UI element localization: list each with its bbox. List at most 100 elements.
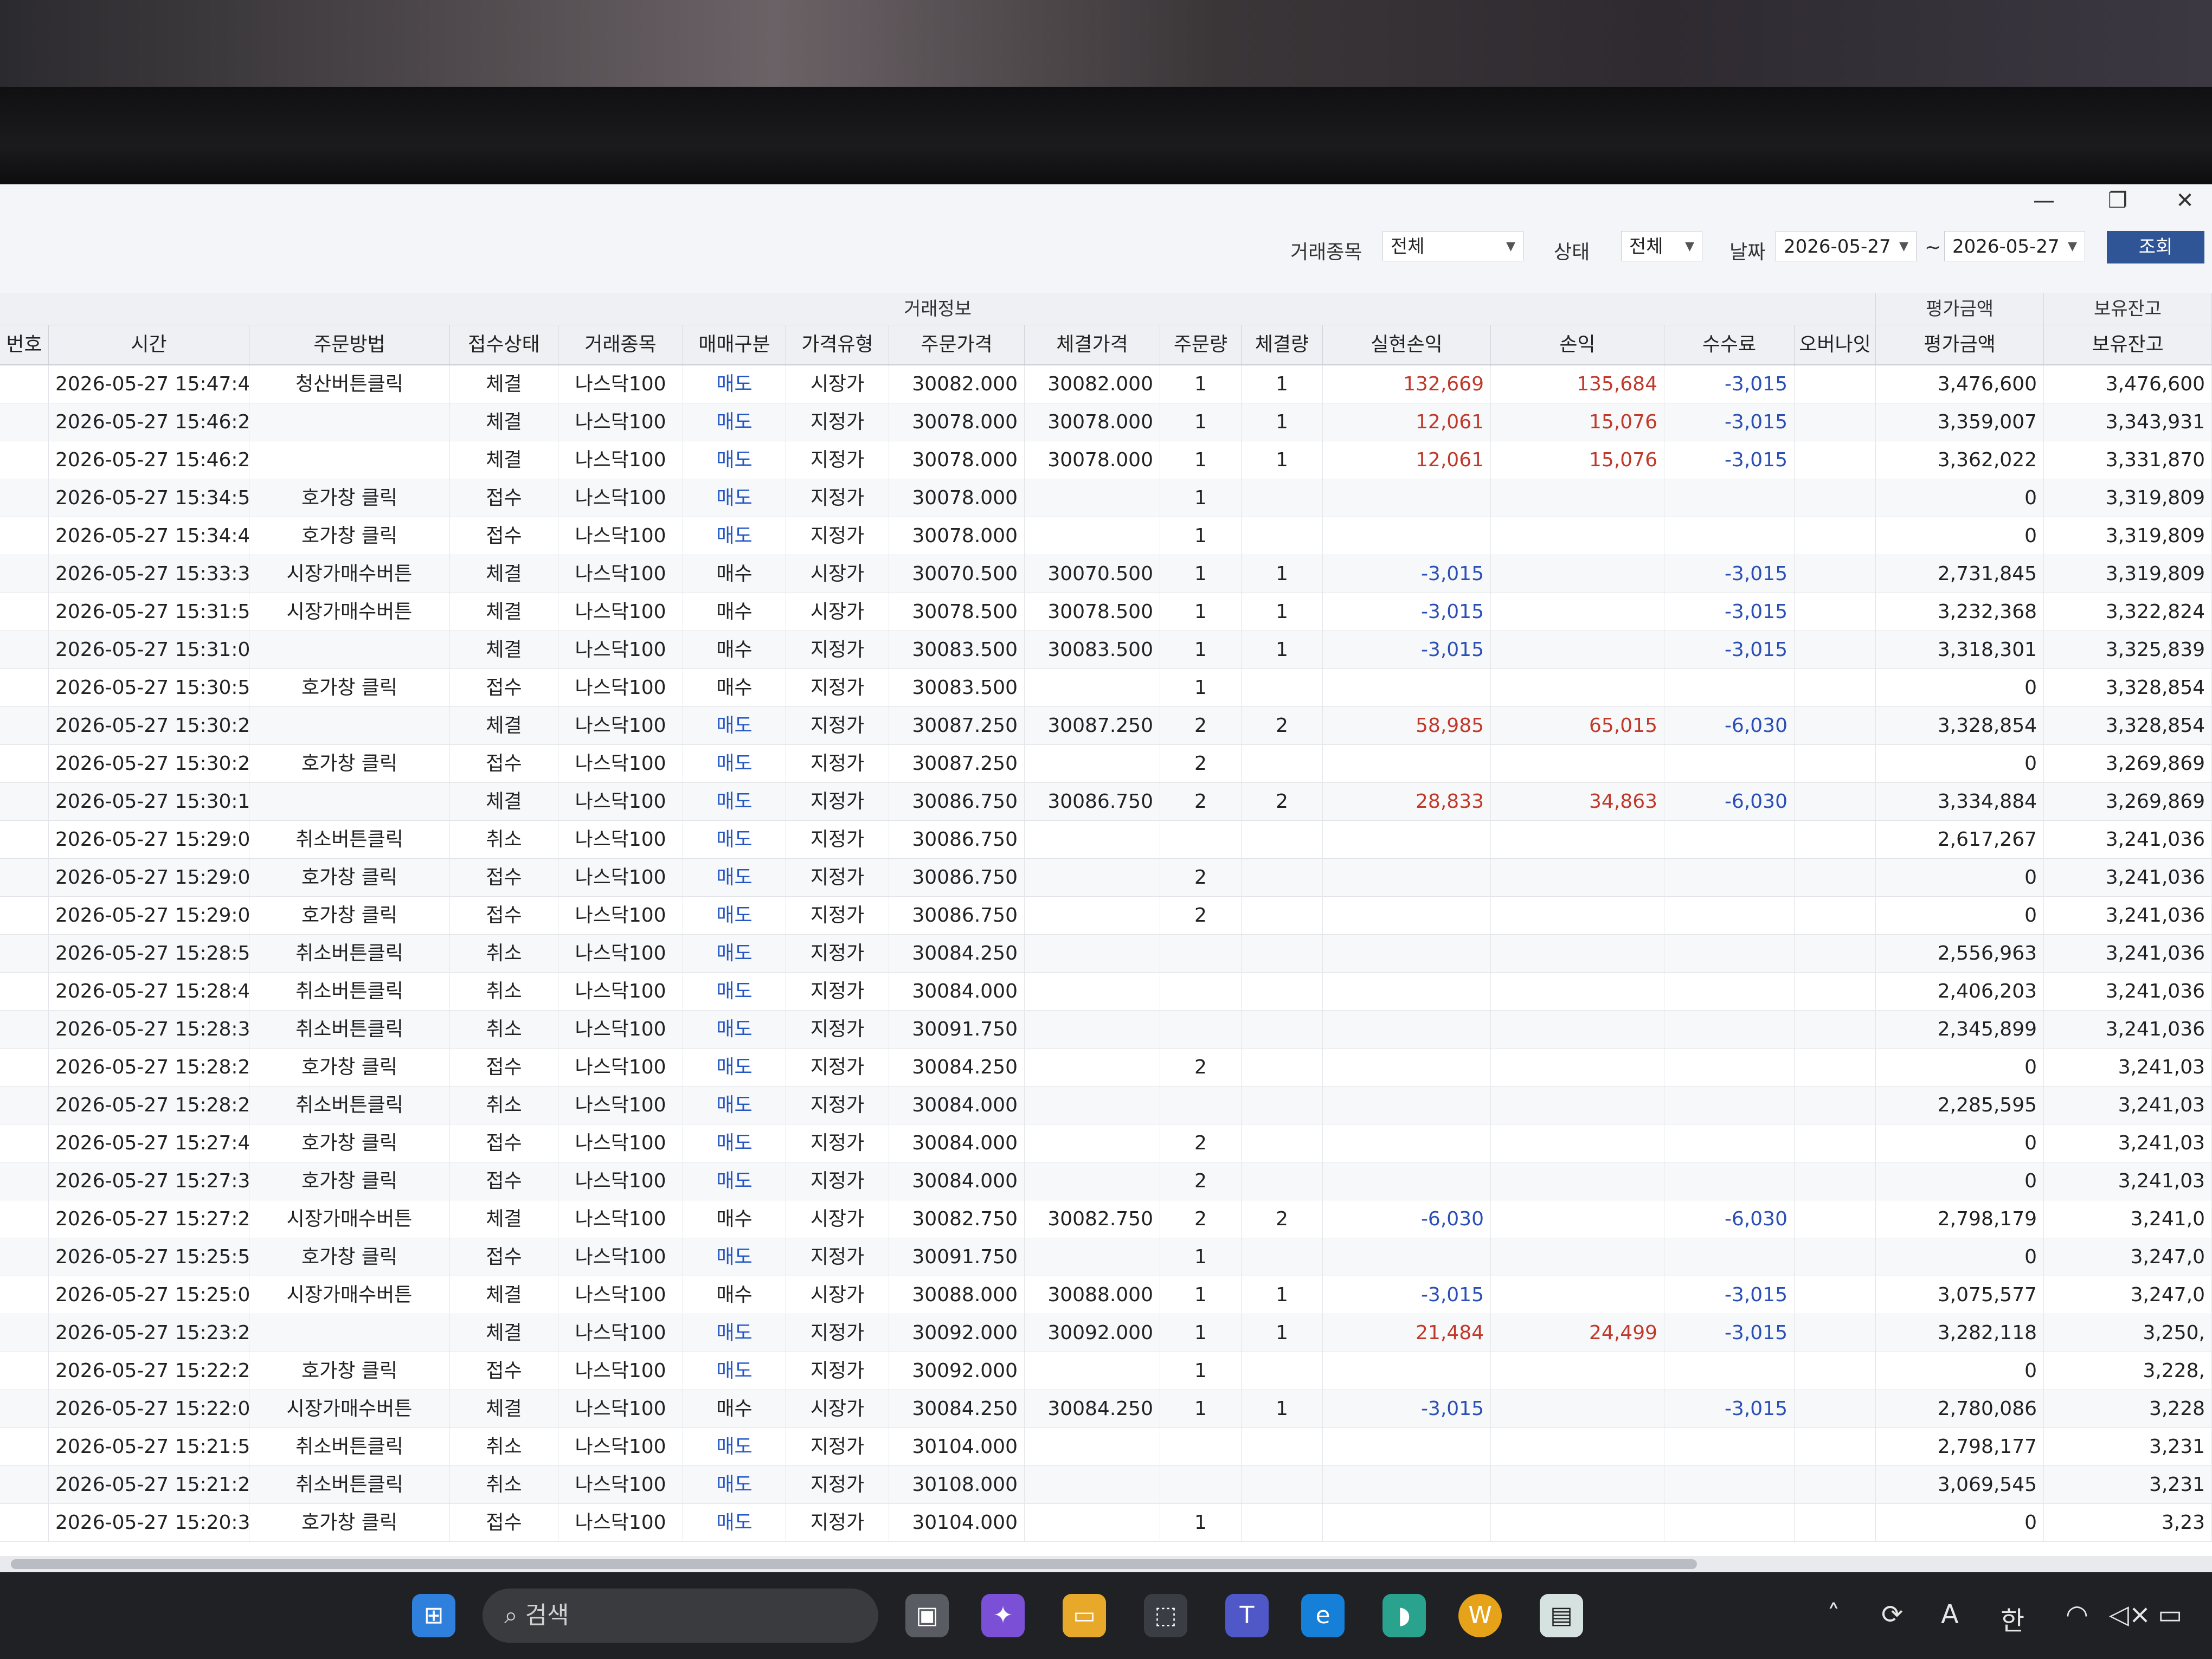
- column-header-order-price[interactable]: 주문가격: [889, 325, 1025, 364]
- column-header-realized-pnl[interactable]: 실현손익: [1323, 325, 1491, 364]
- table-row[interactable]: 2026-05-27 15:46:29 체결 나스닥100 매도 지정가 30078.00…: [0, 403, 2212, 441]
- table-row[interactable]: 2026-05-27 15:25:04 시장가매수버튼 체결 나스닥100 매수 시장가 3…: [0, 1276, 2212, 1314]
- cell-status: 체결: [450, 403, 558, 441]
- column-header-fill-qty[interactable]: 체결량: [1242, 325, 1323, 364]
- table-row[interactable]: 2026-05-27 15:31:51 시장가매수버튼 체결 나스닥100 매수 시장가 3…: [0, 593, 2212, 631]
- table-row[interactable]: 2026-05-27 15:27:47 호가창 클릭 접수 나스닥100 매도 지정가 30…: [0, 1124, 2212, 1162]
- column-header-method[interactable]: 주문방법: [249, 325, 450, 364]
- trading-app-icon[interactable]: ▤: [1540, 1594, 1583, 1637]
- edge-icon[interactable]: e: [1301, 1594, 1345, 1637]
- column-header-item[interactable]: 거래종목: [558, 325, 683, 364]
- column-header-fill-price[interactable]: 체결가격: [1025, 325, 1160, 364]
- date-from-picker[interactable]: 2026-05-27 ▼: [1776, 231, 1917, 261]
- query-button[interactable]: 조회: [2107, 231, 2204, 263]
- column-header-eval-amount[interactable]: 평가금액: [1876, 325, 2044, 364]
- table-row[interactable]: 2026-05-27 15:30:27 체결 나스닥100 매도 지정가 30087.25…: [0, 707, 2212, 745]
- column-header-fee[interactable]: 수수료: [1664, 325, 1795, 364]
- column-header-price-type[interactable]: 가격유형: [786, 325, 889, 364]
- ime-indicator[interactable]: 한: [2001, 1599, 2024, 1637]
- table-row[interactable]: 2026-05-27 15:30:26 호가창 클릭 접수 나스닥100 매도 지정가 30…: [0, 745, 2212, 783]
- table-row[interactable]: 2026-05-27 15:33:36 시장가매수버튼 체결 나스닥100 매수 시장가 3…: [0, 555, 2212, 593]
- table-row[interactable]: 2026-05-27 15:28:44 취소버튼클릭 취소 나스닥100 매도 지정가 30…: [0, 973, 2212, 1011]
- cell-pnl: [1491, 859, 1664, 897]
- table-row[interactable]: 2026-05-27 15:25:52 호가창 클릭 접수 나스닥100 매도 지정가 30…: [0, 1238, 2212, 1276]
- chevron-up-icon[interactable]: ˄: [1827, 1599, 1840, 1630]
- taskbar-search[interactable]: ⌕ 검색: [483, 1589, 878, 1643]
- horizontal-scrollbar[interactable]: [0, 1556, 2212, 1572]
- table-row[interactable]: 2026-05-27 15:22:01 시장가매수버튼 체결 나스닥100 매수 시장가 3…: [0, 1390, 2212, 1428]
- cell-overnight: [1795, 935, 1876, 973]
- cell-side: 매도: [683, 517, 786, 555]
- cell-pnl: [1491, 745, 1664, 783]
- task-view-icon[interactable]: ▣: [905, 1594, 949, 1637]
- date-from-value: 2026-05-27: [1784, 236, 1891, 258]
- cell-pnl: [1491, 631, 1664, 669]
- group-header-trade-info: 거래정보: [0, 293, 1876, 325]
- table-row[interactable]: 2026-05-27 15:30:18 체결 나스닥100 매도 지정가 30086.75…: [0, 783, 2212, 821]
- wifi-icon[interactable]: ◠: [2066, 1599, 2088, 1630]
- table-row[interactable]: 2026-05-27 15:20:37 호가창 클릭 접수 나스닥100 매도 지정가 30…: [0, 1504, 2212, 1542]
- app-icon[interactable]: W: [1458, 1594, 1502, 1637]
- minimize-button[interactable]: —: [2022, 188, 2066, 214]
- cell-price-type: 지정가: [786, 403, 889, 441]
- table-row[interactable]: 2026-05-27 15:21:22 취소버튼클릭 취소 나스닥100 매도 지정가 30…: [0, 1466, 2212, 1504]
- status-filter-select[interactable]: 전체 ▼: [1621, 231, 1702, 261]
- app-icon[interactable]: ◗: [1382, 1594, 1426, 1637]
- cell-realized-pnl: [1323, 745, 1491, 783]
- windows-start-icon[interactable]: ⊞: [412, 1594, 455, 1637]
- speaker-muted-icon[interactable]: ◁×: [2109, 1599, 2151, 1630]
- cell-side: 매도: [683, 1124, 786, 1162]
- teams-icon[interactable]: T: [1225, 1594, 1269, 1637]
- cell-overnight: [1795, 859, 1876, 897]
- table-row[interactable]: 2026-05-27 15:46:29 체결 나스닥100 매도 지정가 30078.00…: [0, 441, 2212, 479]
- column-header-side[interactable]: 매매구분: [683, 325, 786, 364]
- cell-pnl: 15,076: [1491, 403, 1664, 441]
- column-header-pnl[interactable]: 손익: [1491, 325, 1664, 364]
- table-row[interactable]: 2026-05-27 15:29:07 취소버튼클릭 취소 나스닥100 매도 지정가 30…: [0, 821, 2212, 859]
- cell-order-qty: [1160, 935, 1242, 973]
- store-icon[interactable]: ⬚: [1144, 1594, 1187, 1637]
- table-row[interactable]: 2026-05-27 15:34:57 호가창 클릭 접수 나스닥100 매도 지정가 30…: [0, 479, 2212, 517]
- column-header-overnight[interactable]: 오버나잇: [1795, 325, 1876, 364]
- cell-fill-qty: 1: [1242, 1390, 1323, 1428]
- table-row[interactable]: 2026-05-27 15:30:50 호가창 클릭 접수 나스닥100 매수 지정가 30…: [0, 669, 2212, 707]
- cell-method: 취소버튼클릭: [249, 1011, 450, 1049]
- cell-time: 2026-05-27 15:29:07: [49, 821, 249, 859]
- cell-overnight: [1795, 1238, 1876, 1276]
- table-row[interactable]: 2026-05-27 15:22:20 호가창 클릭 접수 나스닥100 매도 지정가 30…: [0, 1352, 2212, 1390]
- table-row[interactable]: 2026-05-27 15:27:30 호가창 클릭 접수 나스닥100 매도 지정가 30…: [0, 1162, 2212, 1200]
- table-row[interactable]: 2026-05-27 15:29:01 호가창 클릭 접수 나스닥100 매도 지정가 30…: [0, 897, 2212, 935]
- table-row[interactable]: 2026-05-27 15:47:49 청산버튼클릭 체결 나스닥100 매도 시장가 30…: [0, 365, 2212, 403]
- table-row[interactable]: 2026-05-27 15:28:21 취소버튼클릭 취소 나스닥100 매도 지정가 30…: [0, 1086, 2212, 1124]
- column-header-order-qty[interactable]: 주문량: [1160, 325, 1242, 364]
- close-button[interactable]: ✕: [2163, 188, 2207, 214]
- copilot-icon[interactable]: ✦: [981, 1594, 1025, 1637]
- restore-button[interactable]: ❐: [2096, 188, 2139, 214]
- date-to-picker[interactable]: 2026-05-27 ▼: [1944, 231, 2085, 261]
- cell-price-type: 지정가: [786, 1049, 889, 1086]
- table-row[interactable]: 2026-05-27 15:29:02 호가창 클릭 접수 나스닥100 매도 지정가 30…: [0, 859, 2212, 897]
- scrollbar-thumb[interactable]: [11, 1559, 1697, 1569]
- table-row[interactable]: 2026-05-27 15:31:05 체결 나스닥100 매수 지정가 30083.50…: [0, 631, 2212, 669]
- table-row[interactable]: 2026-05-27 15:23:20 체결 나스닥100 매도 지정가 30092.00…: [0, 1314, 2212, 1352]
- date-range-separator: ~: [1925, 236, 1941, 259]
- table-row[interactable]: 2026-05-27 15:21:59 취소버튼클릭 취소 나스닥100 매도 지정가 30…: [0, 1428, 2212, 1466]
- battery-icon[interactable]: ▭: [2158, 1599, 2182, 1630]
- file-explorer-icon[interactable]: ▭: [1063, 1594, 1106, 1637]
- table-row[interactable]: 2026-05-27 15:28:38 취소버튼클릭 취소 나스닥100 매도 지정가 30…: [0, 1011, 2212, 1049]
- column-header-no[interactable]: 번호: [0, 325, 49, 364]
- table-row[interactable]: 2026-05-27 15:28:56 취소버튼클릭 취소 나스닥100 매도 지정가 30…: [0, 935, 2212, 973]
- cell-item: 나스닥100: [558, 1428, 683, 1466]
- font-label[interactable]: A: [1941, 1599, 1959, 1630]
- table-row[interactable]: 2026-05-27 15:34:49 호가창 클릭 접수 나스닥100 매도 지정가 30…: [0, 517, 2212, 555]
- table-row[interactable]: 2026-05-27 15:27:20 시장가매수버튼 체결 나스닥100 매수 시장가 3…: [0, 1200, 2212, 1238]
- column-header-status[interactable]: 접수상태: [450, 325, 558, 364]
- column-header-balance[interactable]: 보유잔고: [2044, 325, 2212, 364]
- cell-time: 2026-05-27 15:30:26: [49, 745, 249, 783]
- cell-method: 시장가매수버튼: [249, 593, 450, 631]
- cell-no: [0, 441, 49, 479]
- sync-icon[interactable]: ⟳: [1881, 1599, 1903, 1630]
- item-filter-select[interactable]: 전체 ▼: [1382, 231, 1523, 261]
- table-row[interactable]: 2026-05-27 15:28:24 호가창 클릭 접수 나스닥100 매도 지정가 30…: [0, 1049, 2212, 1086]
- column-header-time[interactable]: 시간: [49, 325, 249, 364]
